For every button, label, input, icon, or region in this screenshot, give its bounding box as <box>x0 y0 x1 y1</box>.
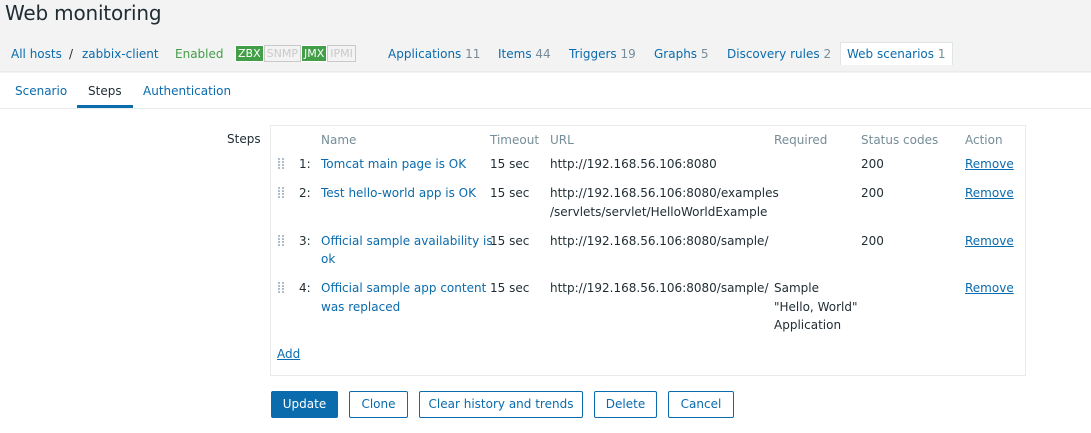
step-url: http://192.168.56.106:8080 <box>550 157 717 171</box>
discovery-nav: Discovery rules 2 <box>727 44 831 64</box>
graphs-nav: Graphs 5 <box>654 44 709 64</box>
snmp-badge: SNMP <box>263 45 301 62</box>
step-url: http://192.168.56.106:8080/sample/ <box>550 234 769 248</box>
active-tab-indicator <box>77 105 133 108</box>
steps-table: Name Timeout URL Required Status codes A… <box>270 125 1026 376</box>
remove-step-link[interactable]: Remove <box>965 279 1014 297</box>
step-name-link[interactable]: Test hello-world app is OK <box>321 184 476 202</box>
step-number: 4: <box>299 281 311 295</box>
step-number: 2: <box>299 186 311 200</box>
web-scenarios-link[interactable]: Web scenarios <box>847 47 934 61</box>
tab-steps[interactable]: Steps <box>88 84 122 98</box>
step-name-link-continued[interactable]: was replaced <box>321 298 400 316</box>
column-action: Action <box>965 133 1003 147</box>
drag-handle-icon[interactable] <box>278 158 284 170</box>
step-url-continued: /servlets/servlet/HelloWorldExample <box>550 205 768 219</box>
applications-count: 11 <box>465 47 481 61</box>
delete-button[interactable]: Delete <box>594 391 657 418</box>
discovery-rules-count: 2 <box>823 47 832 61</box>
items-link[interactable]: Items <box>498 47 532 61</box>
applications-link[interactable]: Applications <box>388 47 461 61</box>
step-timeout: 15 sec <box>490 157 530 171</box>
cancel-button[interactable]: Cancel <box>668 391 734 418</box>
host-link[interactable]: zabbix-client <box>82 44 159 64</box>
availability-indicators: ZBX SNMP JMX IPMI <box>235 45 356 62</box>
zbx-badge: ZBX <box>235 45 264 62</box>
tab-scenario[interactable]: Scenario <box>15 84 67 98</box>
column-required: Required <box>774 133 828 147</box>
page-title: Web monitoring <box>5 1 162 25</box>
drag-handle-icon[interactable] <box>278 235 284 247</box>
triggers-count: 19 <box>620 47 636 61</box>
step-required: Sample <box>774 281 819 295</box>
step-status-codes: 200 <box>861 186 884 200</box>
web-scenarios-tab[interactable]: Web scenarios 1 <box>840 42 953 65</box>
remove-step-link[interactable]: Remove <box>965 232 1014 250</box>
graphs-link[interactable]: Graphs <box>654 47 697 61</box>
jmx-badge: JMX <box>300 45 328 62</box>
tab-authentication[interactable]: Authentication <box>143 84 231 98</box>
step-name-link[interactable]: Official sample availability is <box>321 232 493 250</box>
remove-step-link[interactable]: Remove <box>965 184 1014 202</box>
step-required: "Hello, World" <box>774 300 858 314</box>
drag-handle-icon[interactable] <box>278 282 284 294</box>
form-tabs: Scenario Steps Authentication <box>0 73 1091 109</box>
step-name-link[interactable]: Tomcat main page is OK <box>321 155 466 173</box>
column-name: Name <box>321 133 357 147</box>
remove-step-link[interactable]: Remove <box>965 155 1014 173</box>
step-number: 3: <box>299 234 311 248</box>
host-navigation: All hosts / zabbix-client Enabled ZBX SN… <box>0 36 1091 72</box>
items-nav: Items 44 <box>498 44 551 64</box>
step-url: http://192.168.56.106:8080/examples <box>550 186 779 200</box>
step-status-codes: 200 <box>861 234 884 248</box>
graphs-count: 5 <box>700 47 709 61</box>
ipmi-badge: IPMI <box>327 45 356 62</box>
step-status-codes: 200 <box>861 157 884 171</box>
items-count: 44 <box>535 47 551 61</box>
drag-handle-icon[interactable] <box>278 187 284 199</box>
step-timeout: 15 sec <box>490 186 530 200</box>
breadcrumb-separator: / <box>69 47 74 61</box>
add-step-link[interactable]: Add <box>277 345 300 363</box>
step-timeout: 15 sec <box>490 281 530 295</box>
steps-label: Steps <box>227 132 261 146</box>
step-required: Application <box>774 318 842 332</box>
discovery-rules-link[interactable]: Discovery rules <box>727 47 820 61</box>
column-status-codes: Status codes <box>861 133 939 147</box>
step-timeout: 15 sec <box>490 234 530 248</box>
step-name-link[interactable]: Official sample app content <box>321 279 486 297</box>
triggers-link[interactable]: Triggers <box>569 47 617 61</box>
applications-nav: Applications 11 <box>388 44 480 64</box>
clear-history-button[interactable]: Clear history and trends <box>419 391 583 418</box>
all-hosts-link[interactable]: All hosts <box>11 44 62 64</box>
form-content: Scenario Steps Authentication Steps Name… <box>0 73 1091 433</box>
host-status[interactable]: Enabled <box>175 44 224 64</box>
web-scenarios-count: 1 <box>937 47 946 61</box>
triggers-nav: Triggers 19 <box>569 44 636 64</box>
column-timeout: Timeout <box>490 133 540 147</box>
step-number: 1: <box>299 157 311 171</box>
step-name-link-continued[interactable]: ok <box>321 250 335 268</box>
step-url: http://192.168.56.106:8080/sample/ <box>550 281 769 295</box>
clone-button[interactable]: Clone <box>349 391 408 418</box>
update-button[interactable]: Update <box>271 391 338 418</box>
column-url: URL <box>550 133 574 147</box>
